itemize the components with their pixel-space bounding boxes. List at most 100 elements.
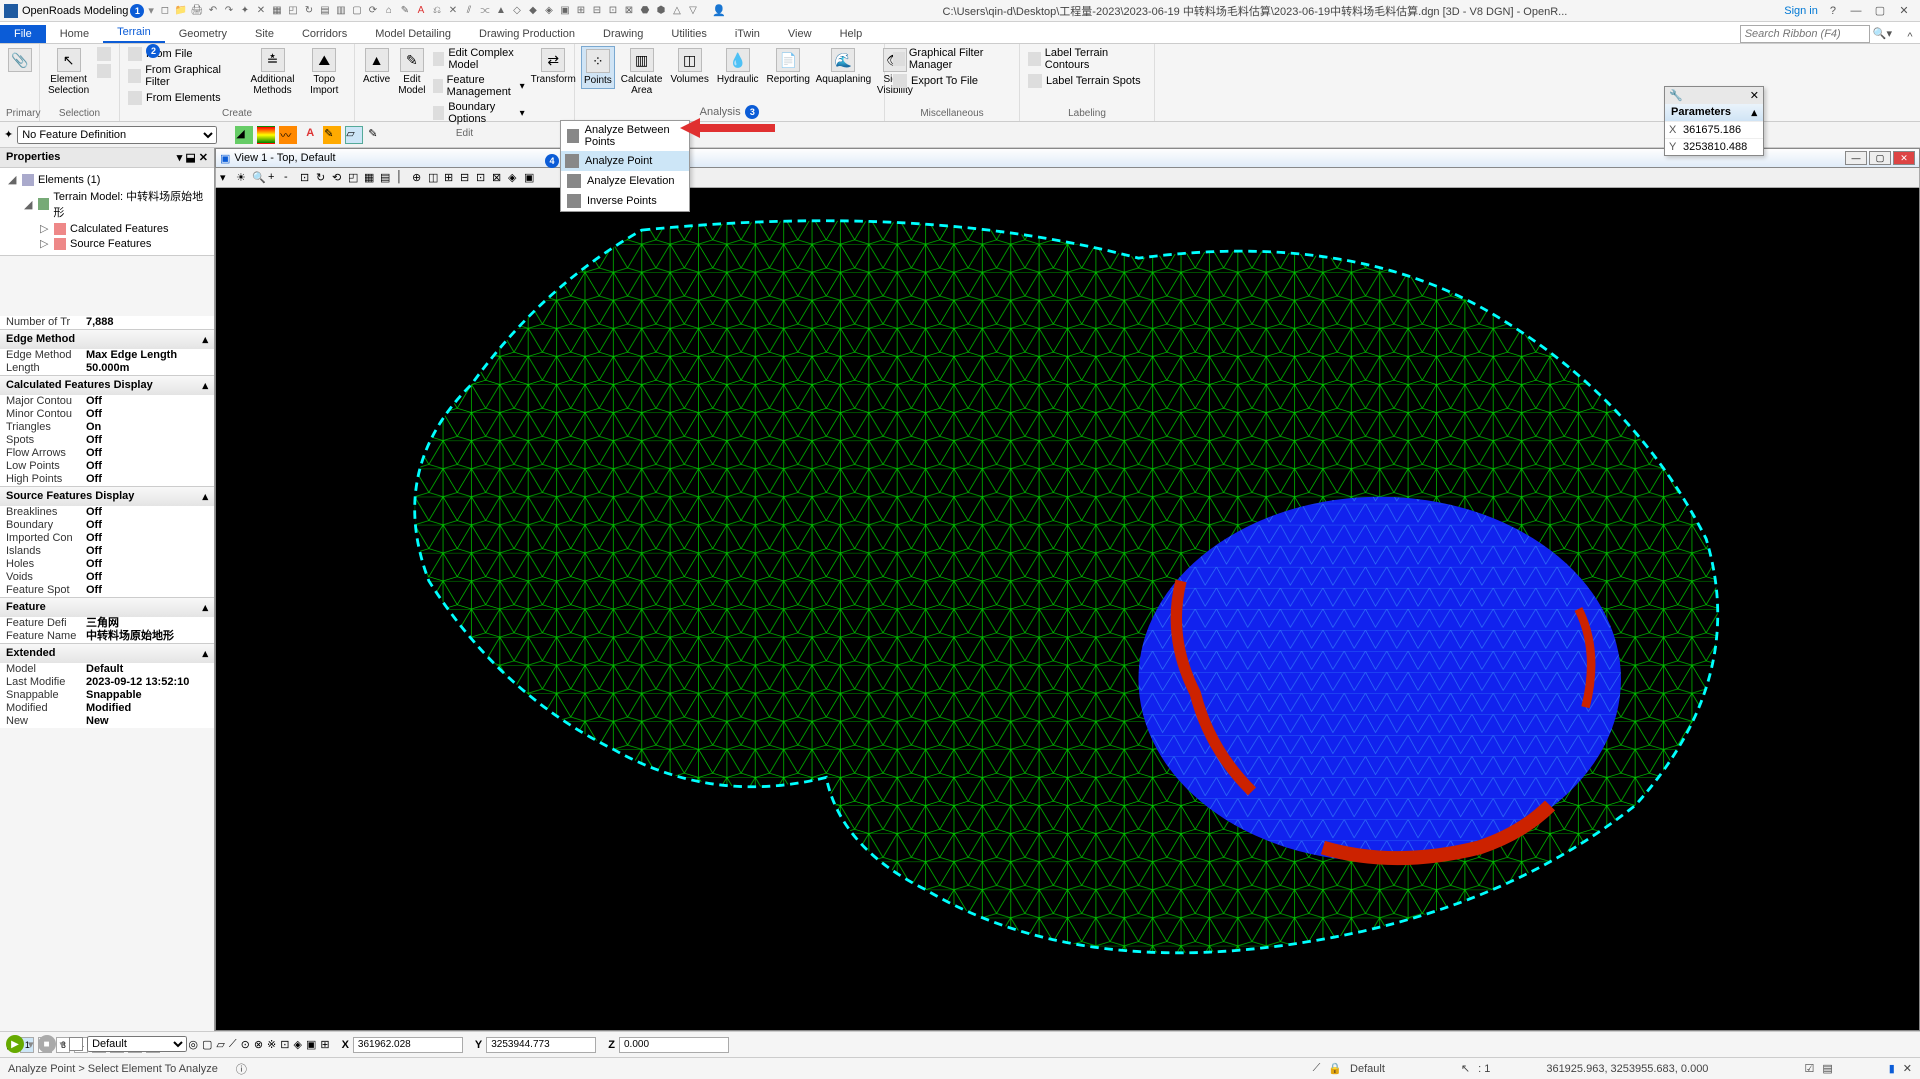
qat-icon[interactable]: ▤ bbox=[318, 4, 332, 18]
tree-calc-features[interactable]: ▷Calculated Features bbox=[36, 221, 210, 236]
qat-icon[interactable]: ✕ bbox=[446, 4, 460, 18]
tab-utilities[interactable]: Utilities bbox=[657, 25, 720, 43]
ribbon-collapse[interactable]: ^ bbox=[1900, 31, 1920, 43]
snap-mode-icon[interactable]: ⟋ bbox=[1313, 1062, 1321, 1075]
vt-icon[interactable]: ⊕ bbox=[412, 171, 426, 185]
qat-icon[interactable]: ⌂ bbox=[382, 4, 396, 18]
level-selector[interactable]: ▶▾ ■▾ Default bbox=[6, 1035, 187, 1053]
section-calc[interactable]: Calculated Features Display▴ bbox=[0, 376, 214, 395]
prop-row[interactable]: Flow ArrowsOff bbox=[0, 447, 214, 460]
view-maximize[interactable]: ▢ bbox=[1869, 151, 1891, 165]
tab-terrain[interactable]: Terrain bbox=[103, 23, 165, 43]
qat-icon[interactable]: ◰ bbox=[286, 4, 300, 18]
qat-icon[interactable]: ▢ bbox=[350, 4, 364, 18]
boundary-options-button[interactable]: Boundary Options ▾ bbox=[431, 100, 526, 126]
snap-icon[interactable]: ⊙ bbox=[241, 1038, 250, 1051]
qat-icon[interactable]: ↶ bbox=[206, 4, 220, 18]
volumes-button[interactable]: ◫Volumes bbox=[669, 46, 711, 87]
info-icon[interactable]: ⓘ bbox=[236, 1061, 247, 1077]
view-canvas[interactable] bbox=[215, 188, 1920, 1031]
prop-row[interactable]: Length50.000m bbox=[0, 362, 214, 375]
tool-icon[interactable]: A bbox=[301, 126, 319, 144]
qat-icon[interactable]: ▲ bbox=[494, 4, 508, 18]
sel-icon[interactable] bbox=[95, 63, 113, 79]
tool-icon[interactable]: ✎ bbox=[323, 126, 341, 144]
vt-icon[interactable]: 🔍 bbox=[252, 171, 266, 185]
status-icon[interactable]: ▮ bbox=[1889, 1062, 1895, 1075]
tab-drawing-production[interactable]: Drawing Production bbox=[465, 25, 589, 43]
vt-icon[interactable]: ☀ bbox=[236, 171, 250, 185]
ribbon-search-input[interactable] bbox=[1740, 25, 1870, 43]
qat-icon[interactable]: ⊟ bbox=[590, 4, 604, 18]
inverse-points-item[interactable]: Inverse Points bbox=[561, 191, 689, 211]
tab-model-detailing[interactable]: Model Detailing bbox=[361, 25, 465, 43]
tab-itwin[interactable]: iTwin bbox=[721, 25, 774, 43]
tab-drawing[interactable]: Drawing bbox=[589, 25, 657, 43]
qat-icon[interactable]: ▣ bbox=[558, 4, 572, 18]
view-close[interactable]: ✕ bbox=[1893, 151, 1915, 165]
tool-icon[interactable]: ◢ bbox=[235, 126, 253, 144]
qat-icon[interactable]: ✦ bbox=[238, 4, 252, 18]
go-icon[interactable]: ▶ bbox=[6, 1035, 24, 1053]
prop-row[interactable]: ModelDefault bbox=[0, 663, 214, 676]
vt-icon[interactable]: ◰ bbox=[348, 171, 362, 185]
status-icon[interactable]: ✕ bbox=[1903, 1062, 1912, 1075]
vt-icon[interactable]: ⊡ bbox=[300, 171, 314, 185]
snap-icon[interactable]: ▱ bbox=[216, 1038, 224, 1051]
edit-model-button[interactable]: ✎Edit Model bbox=[396, 46, 427, 98]
qat-icon[interactable]: ▥ bbox=[334, 4, 348, 18]
prop-row[interactable]: BoundaryOff bbox=[0, 519, 214, 532]
attach-tools-button[interactable]: 📎 bbox=[6, 46, 34, 74]
qat-icon[interactable]: ◇ bbox=[510, 4, 524, 18]
snap-icon[interactable]: ⊞ bbox=[320, 1038, 329, 1051]
tab-corridors[interactable]: Corridors bbox=[288, 25, 361, 43]
qat-icon[interactable]: △ bbox=[670, 4, 684, 18]
prop-row[interactable]: SpotsOff bbox=[0, 434, 214, 447]
topo-import-button[interactable]: ⛰Topo Import bbox=[300, 46, 348, 98]
qat-icon[interactable]: ↷ bbox=[222, 4, 236, 18]
graphical-filter-manager-button[interactable]: Graphical Filter Manager bbox=[891, 46, 1013, 72]
vt-icon[interactable]: ◈ bbox=[508, 171, 522, 185]
level-swatch[interactable] bbox=[69, 1037, 83, 1051]
prop-row[interactable]: BreaklinesOff bbox=[0, 506, 214, 519]
analyze-elevation-item[interactable]: Analyze Elevation bbox=[561, 171, 689, 191]
points-button[interactable]: ⁘Points bbox=[581, 46, 615, 89]
tree-root[interactable]: ◢Elements (1) bbox=[4, 172, 210, 187]
hydraulic-button[interactable]: 💧Hydraulic bbox=[715, 46, 761, 87]
aquaplaning-button[interactable]: 🌊Aquaplaning bbox=[816, 46, 871, 87]
prop-row[interactable]: ModifiedModified bbox=[0, 702, 214, 715]
prop-row[interactable]: TrianglesOn bbox=[0, 421, 214, 434]
prop-row[interactable]: Last Modifie2023-09-12 13:52:10 bbox=[0, 676, 214, 689]
qat-icon[interactable]: ⟳ bbox=[366, 4, 380, 18]
analyze-point-item[interactable]: 4Analyze Point bbox=[561, 151, 689, 171]
level-select[interactable]: Default bbox=[87, 1036, 187, 1052]
tab-file[interactable]: File bbox=[0, 25, 46, 43]
prop-row[interactable]: Feature Name中转料场原始地形 bbox=[0, 630, 214, 643]
vt-icon[interactable]: ▤ bbox=[380, 171, 394, 185]
section-src[interactable]: Source Features Display▴ bbox=[0, 487, 214, 506]
maximize-button[interactable]: ▢ bbox=[1868, 4, 1892, 17]
prop-row[interactable]: NewNew bbox=[0, 715, 214, 728]
qat-icon[interactable]: ⫽ bbox=[462, 4, 476, 18]
snap-icon[interactable]: ◈ bbox=[293, 1038, 301, 1051]
feature-management-button[interactable]: Feature Management ▾ bbox=[431, 73, 526, 99]
workflow-selector[interactable]: OpenRoads Modeling bbox=[22, 5, 128, 17]
view-toolbar[interactable]: ▾☀🔍+-⊡↻⟲◰▦▤│⊕◫⊞⊟⊡⊠◈▣ bbox=[215, 168, 1920, 188]
section-ext[interactable]: Extended▴ bbox=[0, 644, 214, 663]
from-elements-button[interactable]: From Elements bbox=[126, 90, 245, 106]
tab-geometry[interactable]: Geometry bbox=[165, 25, 241, 43]
prop-row[interactable]: High PointsOff bbox=[0, 473, 214, 486]
snap-icon[interactable]: ⊡ bbox=[280, 1038, 289, 1051]
active-button[interactable]: ▲Active bbox=[361, 46, 392, 87]
feature-definition-select[interactable]: No Feature Definition bbox=[17, 126, 217, 144]
qat-icon[interactable]: ▽ bbox=[686, 4, 700, 18]
help-icon[interactable]: ? bbox=[1830, 5, 1836, 17]
snap-icon[interactable]: ⊗ bbox=[254, 1038, 263, 1051]
tree-source-features[interactable]: ▷Source Features bbox=[36, 236, 210, 251]
snap-icon[interactable]: ▣ bbox=[306, 1038, 316, 1051]
vt-icon[interactable]: ▣ bbox=[524, 171, 538, 185]
qat-icon[interactable]: A bbox=[414, 4, 428, 18]
label-terrain-spots-button[interactable]: Label Terrain Spots bbox=[1026, 73, 1148, 89]
vt-icon[interactable]: ⊠ bbox=[492, 171, 506, 185]
prop-row[interactable]: IslandsOff bbox=[0, 545, 214, 558]
